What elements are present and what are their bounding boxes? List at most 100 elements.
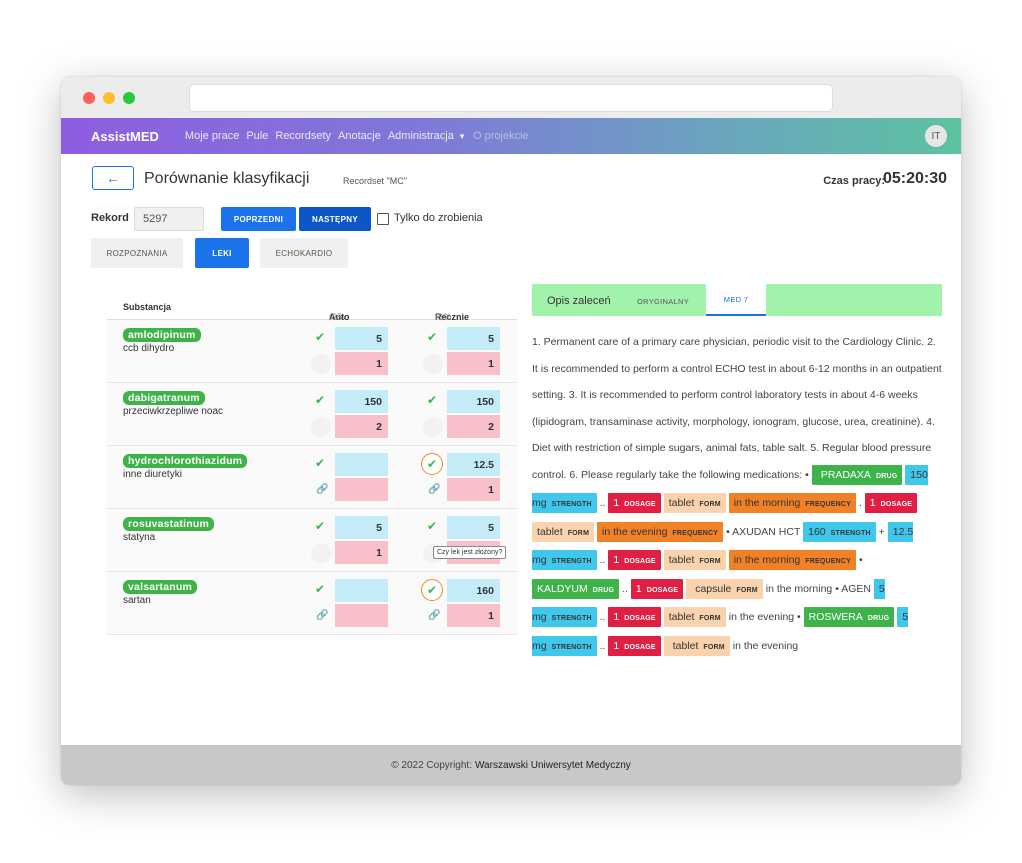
entity-dosage[interactable]: 1 DOSAGE [608, 493, 661, 513]
manual-count-cell[interactable]: 2 [447, 415, 500, 438]
entity-drug[interactable]: ROSWERA DRUG [803, 607, 895, 627]
manual-dose-cell[interactable]: 150 [447, 390, 500, 413]
nav-administracja[interactable]: Administracja ▼ [388, 130, 466, 142]
browser-window: AssistMED Moje prace Pule Recordsety Ano… [61, 77, 961, 785]
entity-frequency[interactable]: in the evening FREQUENCY [597, 521, 724, 542]
nav-o-projekcie[interactable]: O projekcie [473, 130, 529, 142]
entity-strength[interactable]: 160 STRENGTH [803, 521, 876, 542]
check-icon[interactable]: ✔ [427, 393, 437, 407]
todo-only-checkbox[interactable] [377, 213, 389, 225]
empty-toggle-icon[interactable] [311, 543, 331, 563]
brand-logo[interactable]: AssistMED [91, 129, 159, 144]
entity-label: FORM [567, 529, 590, 537]
entity-text: in the morning [733, 554, 801, 566]
nav-recordsety[interactable]: Recordsety [275, 130, 331, 142]
entity-form[interactable]: tablet FORM [663, 493, 726, 513]
substance-class: inne diuretyki [123, 469, 182, 480]
nav-pule[interactable]: Pule [246, 130, 268, 142]
entity-label: FREQUENCY [805, 558, 852, 565]
manual-dose-cell[interactable]: 5 [447, 516, 500, 539]
auto-dose-cell[interactable]: 150 [335, 390, 388, 413]
entity-drug[interactable]: PRADAXA DRUG [815, 464, 903, 485]
empty-toggle-icon[interactable] [311, 354, 331, 374]
substance-name: hydrochlorothiazidum [123, 454, 248, 468]
page-title: Porównanie klasyfikacji [144, 170, 310, 187]
entity-dosage[interactable]: 1 DOSAGE [630, 578, 684, 599]
entity-form[interactable]: capsule FORM [690, 578, 763, 599]
previous-button[interactable]: POPRZEDNI [221, 207, 296, 231]
entity-frequency[interactable]: in the morning FREQUENCY [728, 493, 857, 513]
maximize-window-button[interactable] [123, 92, 135, 104]
auto-count-cell[interactable]: 1 [335, 541, 388, 564]
entity-form[interactable]: tablet FORM [667, 635, 730, 656]
check-circle-icon[interactable]: ✔ [421, 579, 443, 601]
close-window-button[interactable] [83, 92, 95, 104]
auto-count-cell[interactable]: 1 [335, 352, 388, 375]
manual-dose-cell[interactable]: 12.5 [447, 453, 500, 476]
address-bar[interactable] [189, 84, 833, 112]
entity-dosage[interactable]: 1 DOSAGE [864, 493, 918, 513]
manual-count-cell[interactable]: 1 [447, 478, 500, 501]
check-icon[interactable]: ✔ [427, 330, 437, 344]
link-icon[interactable]: 🔗 [316, 484, 328, 495]
check-icon[interactable]: ✔ [315, 393, 325, 407]
manual-dose-cell[interactable]: 160 [447, 579, 500, 602]
check-icon[interactable]: ✔ [315, 519, 325, 533]
auto-dose-cell[interactable] [335, 579, 388, 602]
entity-label: DOSAGE [624, 643, 656, 651]
empty-toggle-icon[interactable] [423, 417, 443, 437]
back-button[interactable]: ← [92, 166, 134, 190]
auto-count-cell[interactable] [335, 604, 388, 627]
auto-dose-cell[interactable]: 5 [335, 516, 388, 539]
link-icon[interactable]: 🔗 [428, 484, 440, 495]
next-button[interactable]: NASTĘPNY [299, 207, 371, 231]
check-icon[interactable]: ✔ [315, 582, 325, 596]
tab-echokardio[interactable]: ECHOKARDIO [260, 238, 348, 268]
entity-label: FREQUENCY [672, 529, 719, 537]
prescription-panel-header: Opis zaleceń ORYGINALNY MED 7 [532, 284, 942, 316]
tab-rozpoznania[interactable]: ROZPOZNANIA [91, 238, 183, 268]
substance-class: ccb dihydro [123, 343, 175, 354]
empty-toggle-icon[interactable] [311, 417, 331, 437]
auto-count-cell[interactable] [335, 478, 388, 501]
entity-dosage[interactable]: 1 DOSAGE [608, 607, 661, 627]
nav-anotacje[interactable]: Anotacje [338, 130, 381, 142]
tab-med7[interactable]: MED 7 [706, 284, 766, 316]
text-separator: .. [599, 611, 606, 623]
text-separator: .. [622, 582, 628, 595]
entity-label: STRENGTH [551, 558, 592, 565]
main-content: ← Porównanie klasyfikacji Recordset "MC"… [61, 154, 961, 744]
entity-form[interactable]: tablet FORM [663, 550, 726, 570]
entity-label: DRUG [875, 472, 898, 480]
link-icon[interactable]: 🔗 [428, 610, 440, 621]
tab-original[interactable]: ORYGINALNY [637, 297, 689, 306]
check-circle-icon[interactable]: ✔ [421, 453, 443, 475]
entity-drug[interactable]: KALDYUM DRUG [532, 578, 620, 599]
tab-leki[interactable]: LEKI [195, 238, 249, 268]
entity-dosage[interactable]: 1 DOSAGE [608, 635, 661, 656]
nav-moje-prace[interactable]: Moje prace [185, 130, 239, 142]
empty-toggle-icon[interactable] [423, 354, 443, 374]
minimize-window-button[interactable] [103, 92, 115, 104]
rekord-input[interactable]: 5297 [134, 207, 204, 231]
check-icon[interactable]: ✔ [315, 330, 325, 344]
avatar[interactable]: IT [925, 125, 947, 147]
auto-count-cell[interactable]: 2 [335, 415, 388, 438]
nav-administracja-label: Administracja [387, 130, 454, 142]
check-icon[interactable]: ✔ [427, 519, 437, 533]
entity-dosage[interactable]: 1 DOSAGE [608, 550, 661, 570]
entity-frequency[interactable]: in the morning FREQUENCY [728, 550, 857, 570]
auto-dose-cell[interactable] [335, 453, 388, 476]
manual-dose-cell[interactable]: 5 [447, 327, 500, 350]
check-icon[interactable]: ✔ [315, 456, 325, 470]
entity-label: DRUG [867, 615, 890, 622]
manual-count-cell[interactable]: 1 [447, 604, 500, 627]
manual-count-cell[interactable]: 1 [447, 352, 500, 375]
entity-form[interactable]: tablet FORM [532, 521, 595, 542]
tooltip: Czy lek jest złożony? [433, 546, 507, 559]
link-icon[interactable]: 🔗 [316, 610, 328, 621]
entity-form[interactable]: tablet FORM [663, 607, 726, 627]
auto-dose-cell[interactable]: 5 [335, 327, 388, 350]
text-tail: in the evening [732, 639, 799, 652]
entity-label: DOSAGE [880, 501, 913, 508]
